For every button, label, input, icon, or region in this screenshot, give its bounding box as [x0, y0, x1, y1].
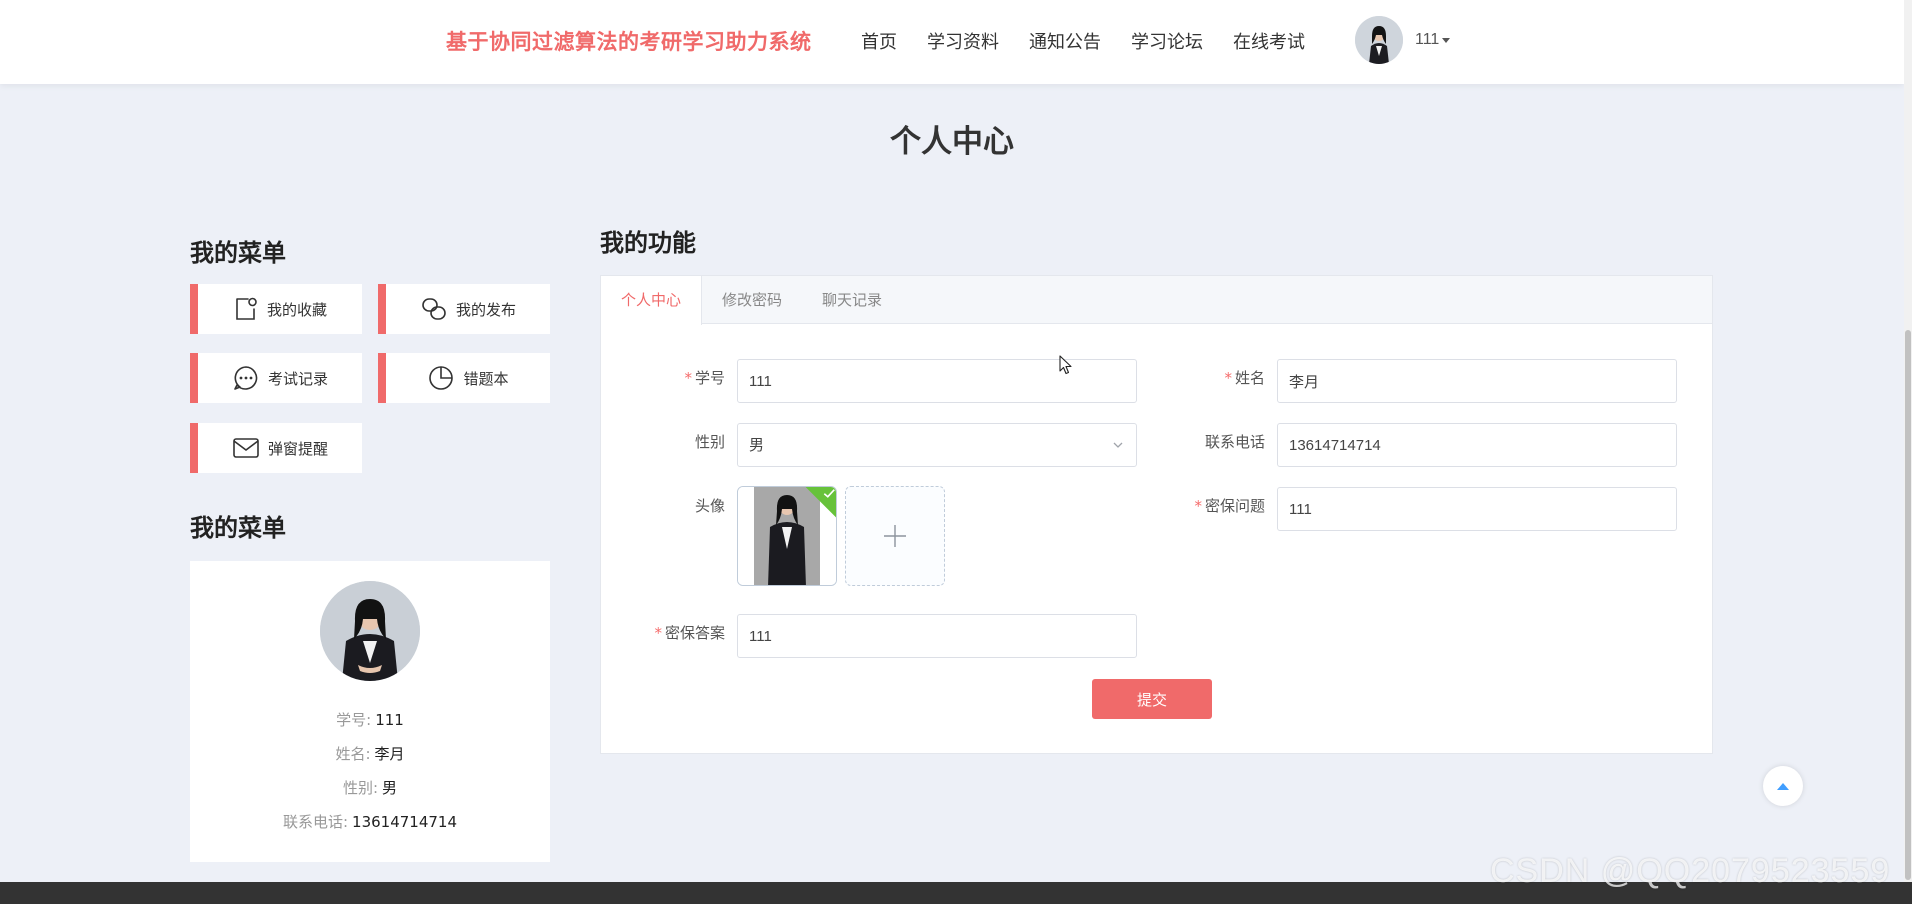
menu-item-label: 错题本: [463, 369, 509, 388]
phone-label: 联系电话: [1204, 433, 1265, 451]
functions-heading: 我的功能: [600, 229, 696, 257]
avatar-preview[interactable]: [737, 486, 837, 586]
phone-input[interactable]: [1277, 423, 1677, 467]
student-id-input[interactable]: [737, 359, 1137, 403]
arrow-up-icon: [1777, 783, 1789, 790]
profile-heading: 我的菜单: [190, 514, 286, 542]
menu-item-label: 我的收藏: [266, 300, 327, 319]
security-answer-input[interactable]: [737, 614, 1137, 658]
functions-panel: 个人中心 修改密码 聊天记录 *学号 *姓名 性别 男 联系电话 头像: [600, 275, 1713, 754]
nav-online-exam[interactable]: 在线考试: [1233, 28, 1305, 54]
user-menu[interactable]: 111: [1355, 16, 1451, 64]
top-navbar: 基于协同过滤算法的考研学习助力系统 首页 学习资料 通知公告 学习论坛 在线考试…: [0, 0, 1904, 84]
submit-button[interactable]: 提交: [1092, 679, 1212, 719]
profile-student-id: 学号: 111: [336, 711, 404, 729]
share-icon: [422, 298, 446, 320]
tab-chat-history[interactable]: 聊天记录: [802, 276, 902, 324]
user-avatar[interactable]: [1355, 16, 1403, 64]
mouse-cursor-icon: [1059, 355, 1072, 375]
menu-item-favorites[interactable]: 我的收藏: [190, 284, 362, 334]
avatar-label: 头像: [694, 497, 725, 515]
menu-item-label: 我的发布: [455, 300, 516, 319]
profile-name: 姓名: 李月: [335, 745, 405, 763]
page-title: 个人中心: [890, 124, 1014, 160]
csdn-watermark: CSDN @QQ2079523559: [1490, 852, 1891, 890]
menu-item-label: 弹窗提醒: [267, 439, 328, 458]
name-input[interactable]: [1277, 359, 1677, 403]
menu-item-popup-reminders[interactable]: 弹窗提醒: [190, 423, 362, 473]
check-icon: [823, 489, 835, 498]
page-scrollbar[interactable]: [1904, 0, 1912, 882]
back-to-top-button[interactable]: [1763, 766, 1803, 806]
gender-label: 性别: [694, 433, 725, 451]
security-question-input[interactable]: [1277, 487, 1677, 531]
chevron-down-icon: [1113, 442, 1123, 448]
nav-announcements[interactable]: 通知公告: [1029, 28, 1101, 54]
nav-home[interactable]: 首页: [861, 28, 897, 54]
menu-item-label: 考试记录: [267, 369, 328, 388]
tab-bar: 个人中心 修改密码 聊天记录: [601, 276, 1712, 325]
main-nav: 首页 学习资料 通知公告 学习论坛 在线考试: [861, 28, 1305, 54]
menu-item-exam-records[interactable]: 考试记录: [190, 353, 362, 403]
chevron-down-icon[interactable]: [1442, 37, 1451, 43]
name-label: * 姓名: [1224, 369, 1265, 387]
scrollbar-thumb[interactable]: [1905, 330, 1911, 880]
plus-icon: [884, 525, 906, 547]
menu-heading: 我的菜单: [190, 239, 286, 267]
menu-item-my-posts[interactable]: 我的发布: [378, 284, 550, 334]
chat-icon: [234, 366, 258, 390]
user-name[interactable]: 111: [1415, 31, 1439, 49]
profile-card: 学号: 111 姓名: 李月 性别: 男 联系电话: 13614714714: [190, 561, 550, 862]
nav-study-materials[interactable]: 学习资料: [927, 28, 999, 54]
gender-select-value: 男: [749, 436, 765, 454]
profile-phone: 联系电话: 13614714714: [282, 813, 458, 831]
security-answer-label: * 密保答案: [654, 624, 725, 642]
tab-personal-center[interactable]: 个人中心: [601, 276, 703, 325]
student-id-label: * 学号: [684, 369, 725, 387]
site-brand[interactable]: 基于协同过滤算法的考研学习助力系统: [446, 26, 812, 56]
avatar-upload-button[interactable]: [845, 486, 945, 586]
bookmark-icon: [236, 297, 257, 320]
security-question-label: * 密保问题: [1194, 497, 1265, 515]
tab-change-password[interactable]: 修改密码: [702, 276, 802, 324]
profile-avatar: [320, 581, 420, 681]
gender-select[interactable]: 男: [737, 423, 1137, 467]
pie-chart-icon: [429, 366, 454, 390]
mail-icon: [233, 438, 259, 458]
nav-forum[interactable]: 学习论坛: [1131, 28, 1203, 54]
profile-gender: 性别: 男: [342, 779, 398, 797]
menu-item-wrong-questions[interactable]: 错题本: [378, 353, 550, 403]
